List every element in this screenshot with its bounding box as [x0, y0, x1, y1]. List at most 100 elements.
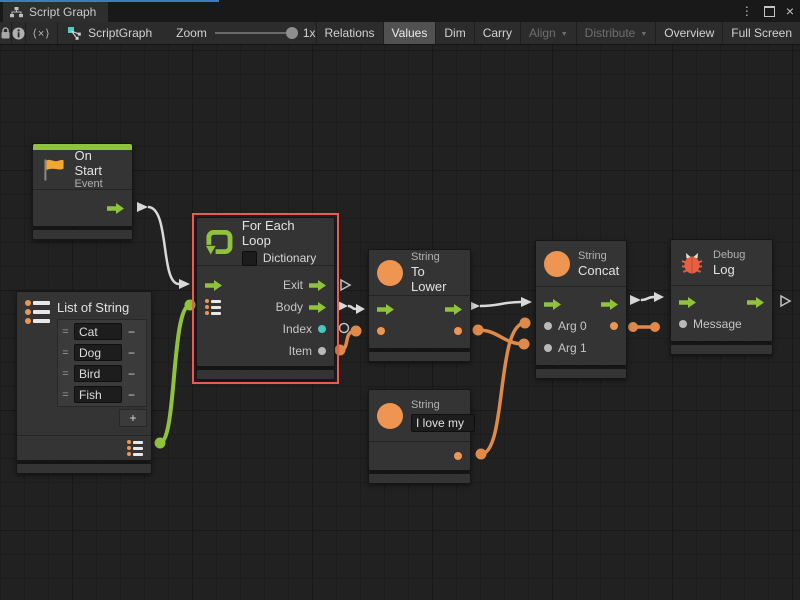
node-subtitle: Event [75, 178, 123, 191]
node-concat[interactable]: String Concat [535, 240, 627, 379]
drag-handle[interactable]: = [60, 389, 71, 401]
maximize-icon[interactable] [764, 6, 775, 17]
wire-list-to-foreach [155, 300, 196, 449]
dropdown-caret-icon: ▼ [640, 31, 647, 38]
values-button[interactable]: Values [383, 22, 436, 44]
node-category: String [578, 250, 619, 263]
node-debug-log[interactable]: Debug Log [670, 239, 773, 355]
graph-canvas[interactable]: On Start Event [0, 45, 800, 600]
list-item-row: = − [60, 322, 144, 341]
full-screen-button[interactable]: Full Screen [722, 22, 800, 44]
flow-output-port[interactable] [107, 203, 124, 214]
remove-item-button[interactable]: − [125, 388, 138, 402]
port-label-index: Index [283, 322, 312, 336]
index-unconnected-circle [340, 324, 349, 333]
node-description-strip [16, 463, 152, 474]
dictionary-label: Dictionary [263, 251, 316, 265]
node-category: String [411, 399, 475, 412]
node-list-of-string[interactable]: List of String = − = − [16, 291, 152, 474]
carry-button[interactable]: Carry [474, 22, 520, 44]
flow-output-port[interactable] [445, 304, 462, 315]
flow-output-port[interactable] [309, 280, 326, 291]
relations-button[interactable]: Relations [316, 22, 383, 44]
drag-handle[interactable]: = [60, 347, 71, 359]
flow-output-port[interactable] [601, 299, 618, 310]
lock-button[interactable] [0, 22, 12, 44]
list-item-input[interactable] [74, 386, 122, 403]
graph-breadcrumb[interactable]: ScriptGraph [58, 22, 162, 44]
list-item-input[interactable] [74, 323, 122, 340]
add-item-button[interactable]: + [119, 409, 147, 427]
values-label: Values [392, 26, 428, 40]
node-to-lower[interactable]: String To Lower [368, 249, 471, 362]
string-value-input[interactable] [411, 414, 475, 432]
list-item-input[interactable] [74, 365, 122, 382]
arg1-input-port[interactable] [544, 344, 552, 352]
wire-tolower-to-arg1 [473, 325, 530, 350]
string-output-port[interactable] [454, 452, 462, 460]
port-label-item: Item [289, 344, 312, 358]
dictionary-checkbox[interactable] [242, 251, 257, 266]
node-description-strip [368, 351, 471, 362]
code-view-button[interactable]: ⟨×⟩ [26, 22, 58, 44]
flow-input-port[interactable] [544, 299, 561, 310]
zoom-slider-handle[interactable] [286, 27, 298, 39]
drag-handle[interactable]: = [60, 326, 71, 338]
distribute-dropdown[interactable]: Distribute ▼ [576, 22, 656, 44]
flow-input-port[interactable] [205, 280, 222, 291]
result-output-port[interactable] [610, 322, 618, 330]
arg0-input-port[interactable] [544, 322, 552, 330]
flow-input-port[interactable] [679, 297, 696, 308]
node-string-literal[interactable]: String [368, 389, 471, 484]
result-output-port[interactable] [454, 327, 462, 335]
overview-button[interactable]: Overview [655, 22, 722, 44]
remove-item-button[interactable]: − [125, 367, 138, 381]
tab-script-graph[interactable]: Script Graph [3, 2, 108, 22]
dim-button[interactable]: Dim [435, 22, 473, 44]
log-exit-unconnected-triangle [781, 296, 790, 306]
align-dropdown[interactable]: Align ▼ [520, 22, 576, 44]
zoom-control: Zoom 1x [176, 22, 315, 44]
wire-concat-to-log-flow [630, 292, 664, 305]
list-item-input[interactable] [74, 344, 122, 361]
node-for-each-loop[interactable]: For Each Loop Dictionary Exit [196, 217, 335, 380]
close-icon[interactable]: × [786, 4, 794, 18]
overview-label: Overview [664, 26, 714, 40]
index-output-port[interactable] [318, 325, 326, 333]
flow-input-port[interactable] [377, 304, 394, 315]
window-controls: ⋮ × [741, 0, 794, 22]
wire-tolower-to-concat-flow [469, 297, 532, 311]
node-description-strip [535, 368, 627, 379]
node-on-start[interactable]: On Start Event [32, 143, 133, 240]
loop-icon [205, 227, 234, 257]
node-category: String [411, 251, 460, 264]
lock-icon [0, 27, 11, 40]
remove-item-button[interactable]: − [125, 346, 138, 360]
relations-label: Relations [325, 26, 375, 40]
zoom-value: 1x [303, 26, 316, 40]
window-menu-icon[interactable]: ⋮ [741, 5, 753, 17]
zoom-slider[interactable] [215, 32, 295, 34]
item-output-port[interactable] [318, 347, 326, 355]
script-graph-window: Script Graph ⋮ × ⟨×⟩ [0, 0, 800, 600]
list-input-port[interactable] [205, 299, 221, 315]
remove-item-button[interactable]: − [125, 325, 138, 339]
message-input-port[interactable] [679, 320, 687, 328]
node-title: To Lower [411, 264, 460, 294]
info-button[interactable] [12, 22, 26, 44]
list-output-port[interactable] [127, 440, 143, 456]
graph-toolbar: ⟨×⟩ ScriptGraph Zoom 1x Relations Values… [0, 22, 800, 45]
port-label-arg0: Arg 0 [558, 319, 587, 333]
drag-handle[interactable]: = [60, 368, 71, 380]
node-description-strip [32, 229, 133, 240]
flow-output-port[interactable] [747, 297, 764, 308]
node-title: On Start [75, 148, 123, 178]
string-type-icon [377, 403, 403, 429]
wire-concat-to-message [628, 322, 660, 332]
flow-output-port[interactable] [309, 302, 326, 313]
port-label-body: Body [276, 300, 303, 314]
list-item-row: = − [60, 385, 144, 404]
dropdown-caret-icon: ▼ [561, 31, 568, 38]
string-input-port[interactable] [377, 327, 385, 335]
tab-title: Script Graph [29, 5, 96, 19]
